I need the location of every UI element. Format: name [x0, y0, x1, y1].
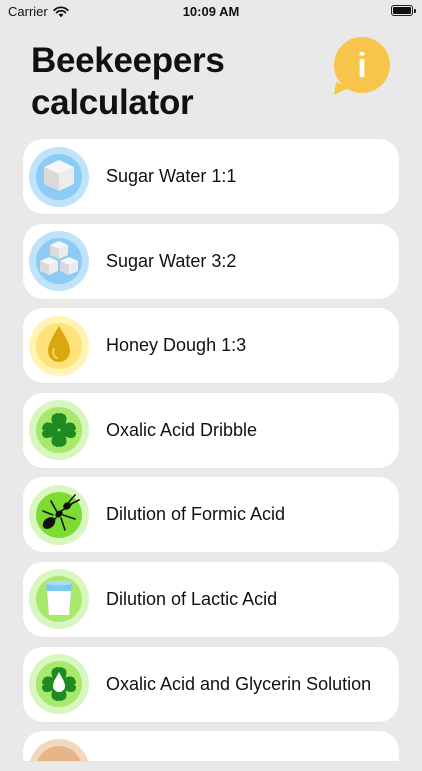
battery-tip — [414, 9, 416, 13]
honey-drop-icon — [29, 315, 89, 376]
list-item-oxalic-glycerin[interactable]: Oxalic Acid and Glycerin Solution — [23, 646, 399, 722]
list-item-oxalic-acid-dribble[interactable]: Oxalic Acid Dribble — [23, 392, 399, 468]
title-line-2: calculator — [31, 83, 194, 122]
list-item-honey-dough[interactable]: Honey Dough 1:3 — [23, 308, 399, 384]
sugar-cube-icon — [29, 146, 89, 207]
list-item-label: Dilution of Formic Acid — [106, 504, 286, 525]
list-item-label: Oxalic Acid and Glycerin Solution — [106, 673, 372, 694]
list-item-label: Dilution of Lactic Acid — [106, 588, 278, 609]
list-item-label: Sugar Water 1:1 — [106, 166, 237, 186]
clover-icon — [29, 400, 89, 461]
status-time: 10:09 AM — [182, 4, 240, 19]
info-glyph: i — [357, 47, 366, 85]
ant-icon — [29, 484, 89, 545]
list-item-sugar-water-3-2[interactable]: Sugar Water 3:2 — [23, 223, 399, 299]
list-item-label: Oxalic Acid Dribble — [106, 419, 258, 440]
calculator-list: Sugar Water 1:1 Sugar Water 3:2 Honey Do… — [23, 139, 399, 771]
list-item-lactic-acid[interactable]: Dilution of Lactic Acid — [23, 561, 399, 637]
milk-glass-icon — [29, 569, 89, 630]
info-bubble-icon: i — [334, 37, 390, 95]
list-item-label: Honey Dough 1:3 — [106, 335, 247, 356]
sugar-cubes-icon — [29, 231, 89, 292]
list-item-formic-acid[interactable]: Dilution of Formic Acid — [23, 477, 399, 553]
info-button[interactable]: i — [331, 36, 391, 96]
battery-icon — [391, 5, 413, 16]
title-line-1: Beekeepers — [31, 41, 225, 80]
list-item-partial[interactable] — [23, 731, 399, 762]
page-title: Beekeepers calculator — [31, 40, 225, 124]
list-item-label: Sugar Water 3:2 — [106, 250, 237, 271]
status-bar: Carrier 10:09 AM — [0, 0, 422, 24]
list-item-sugar-water-1-1[interactable]: Sugar Water 1:1 — [23, 139, 399, 214]
clover-drop-icon — [29, 654, 89, 715]
